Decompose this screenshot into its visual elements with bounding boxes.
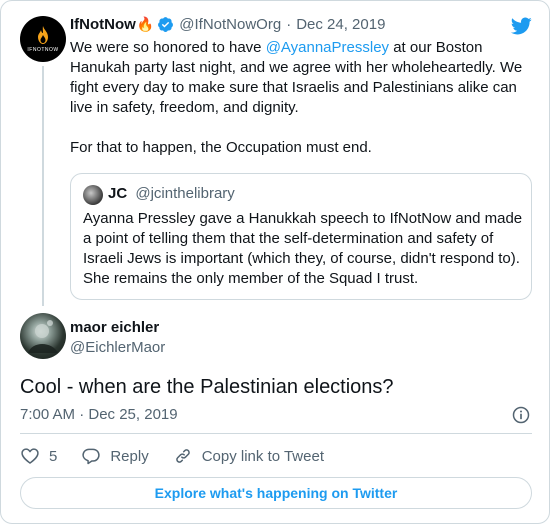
- quoted-tweet-text: Ayanna Pressley gave a Hanukkah speech t…: [83, 210, 523, 287]
- quoted-author-handle: @jcinthelibrary: [135, 185, 235, 202]
- avatar-photo-icon: [28, 320, 58, 353]
- quoted-author-name: JC: [108, 185, 128, 202]
- reply-label: Reply: [110, 447, 149, 465]
- heart-icon: [21, 448, 39, 464]
- parent-date[interactable]: Dec 24, 2019: [296, 16, 385, 33]
- parent-author-name[interactable]: IfNotNow: [70, 16, 136, 33]
- like-count: 5: [49, 447, 58, 465]
- text-before-mention: We were so honored to have: [70, 39, 266, 56]
- main-author-name[interactable]: maor eichler: [70, 319, 159, 336]
- tweet-timestamp[interactable]: 7:00 AM · Dec 25, 2019: [20, 406, 178, 423]
- ifnotnow-avatar[interactable]: IFNOTNOW: [20, 16, 66, 62]
- quoted-author-avatar: [83, 185, 103, 205]
- mention-link[interactable]: @AyannaPressley: [266, 39, 389, 56]
- main-tweet-text: Cool - when are the Palestinian election…: [20, 376, 394, 398]
- actions-divider: [20, 433, 532, 434]
- reply-bubble-icon: [82, 448, 101, 465]
- flame-logo-icon: [38, 26, 48, 44]
- like-button[interactable]: 5: [20, 446, 57, 466]
- thread-connector-line: [42, 66, 44, 306]
- tweet-embed-card: IFNOTNOW IfNotNow 🔥 @IfNotNowOrg · Dec 2…: [0, 0, 550, 524]
- main-author-avatar[interactable]: [20, 313, 66, 359]
- parent-tweet-paragraph-2: For that to happen, the Occupation must …: [70, 139, 372, 156]
- tweet-actions-bar: 5 Reply Copy link to Tweet: [20, 445, 348, 467]
- parent-tweet-text: We were so honored to have @AyannaPressl…: [70, 38, 530, 158]
- meta-separator: ·: [286, 16, 292, 33]
- explore-button[interactable]: Explore what's happening on Twitter: [20, 477, 532, 509]
- quoted-tweet-header: JC @jcinthelibrary: [108, 185, 235, 202]
- main-author-handle[interactable]: @EichlerMaor: [70, 339, 165, 356]
- copy-link-button[interactable]: Copy link to Tweet: [173, 446, 324, 466]
- avatar-logo-text: IFNOTNOW: [27, 47, 59, 53]
- twitter-bird-icon[interactable]: [509, 15, 533, 37]
- fire-emoji: 🔥: [136, 16, 155, 32]
- parent-tweet-header: IfNotNow 🔥 @IfNotNowOrg · Dec 24, 2019: [70, 16, 385, 33]
- reply-button[interactable]: Reply: [81, 446, 149, 466]
- link-icon: [175, 449, 190, 463]
- parent-handle[interactable]: @IfNotNowOrg: [179, 16, 281, 33]
- info-icon[interactable]: [511, 405, 531, 425]
- quoted-tweet[interactable]: JC @jcinthelibrary Ayanna Pressley gave …: [70, 173, 532, 300]
- copy-link-label: Copy link to Tweet: [201, 447, 324, 465]
- verified-badge-icon: [158, 17, 174, 32]
- parent-tweet-paragraph-1: We were so honored to have @AyannaPressl…: [70, 38, 530, 118]
